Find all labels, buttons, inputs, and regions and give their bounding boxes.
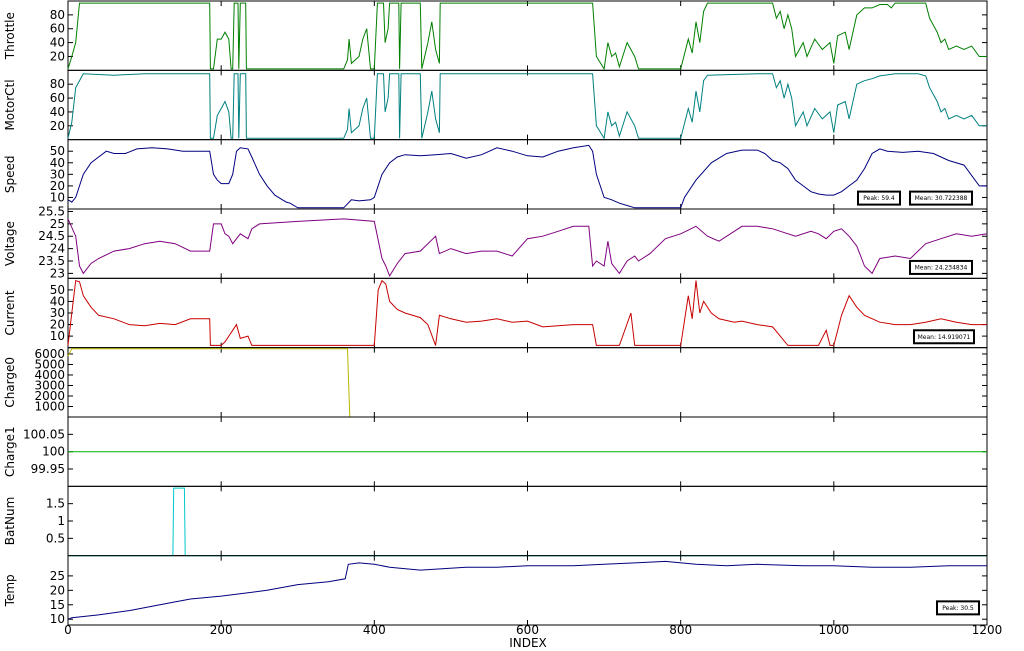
y-axis-title-current: Current — [3, 290, 17, 335]
y-axis-title-throttle: Throttle — [3, 12, 17, 60]
panel-voltage: 2323.52424.52525.5 Voltage — [3, 204, 988, 280]
series-line-voltage — [67, 218, 988, 278]
y-tick-label-temp: 15 — [50, 598, 65, 612]
series-line-throttle — [67, 2, 987, 71]
y-tick-label-motorctl: 40 — [50, 105, 65, 119]
x-axis-title: INDEX — [509, 636, 547, 650]
y-tick-label-batnum: 0.5 — [46, 531, 65, 545]
y-tick-label-throttle: 60 — [50, 22, 65, 36]
chart-panels: 20406080Throttle20406080MotorCtl10203040… — [3, 0, 1003, 637]
panel-current: 1020304050Current — [3, 277, 988, 349]
y-tick-label-throttle: 40 — [50, 36, 65, 50]
annotation-label: Mean: 24.234834 — [915, 264, 968, 271]
y-tick-label-motorctl: 80 — [50, 77, 65, 91]
y-tick-label-voltage: 23.5 — [38, 254, 65, 268]
x-tick-label: 200 — [210, 623, 233, 637]
panel-frame-charge0 — [67, 347, 988, 418]
annotation-label: Peak: 30.5 — [942, 605, 974, 612]
panel-frame-motorctl — [67, 69, 988, 141]
y-tick-label-voltage: 23 — [50, 266, 65, 280]
y-tick-label-charge1: 100.05 — [23, 427, 65, 441]
y-tick-label-voltage: 24 — [50, 242, 65, 256]
panel-frame-batnum — [67, 485, 988, 557]
panel-charge0: 100020003000400050006000Charge0 — [3, 347, 988, 418]
y-axis-title-voltage: Voltage — [3, 221, 17, 266]
y-tick-label-temp: 25 — [50, 569, 65, 583]
annotation-label: Mean: 14.919071 — [918, 334, 971, 341]
y-tick-label-throttle: 80 — [50, 8, 65, 22]
y-axis-title-charge0: Charge0 — [3, 357, 17, 408]
y-tick-label-charge1: 99.95 — [31, 462, 65, 476]
annotation-label: Mean: 30.722388 — [915, 195, 968, 202]
y-tick-label-charge1: 100 — [42, 445, 65, 459]
y-axis-title-speed: Speed — [3, 156, 17, 194]
y-tick-label-voltage: 24.5 — [38, 229, 65, 243]
panel-frame-voltage — [67, 208, 988, 279]
x-tick-label: 600 — [516, 623, 539, 637]
y-tick-label-batnum: 1.5 — [46, 497, 65, 511]
series-line-temp — [67, 560, 987, 620]
x-tick-label: 1000 — [819, 623, 850, 637]
panel-batnum: 0.5 1 1.5 BatNum — [3, 485, 988, 557]
annotation-label: Peak: 59.4 — [863, 195, 895, 202]
multi-panel-line-chart: 20406080Throttle20406080MotorCtl10203040… — [3, 0, 1003, 650]
y-tick-label-current: 50 — [50, 283, 65, 297]
panel-frame-speed — [67, 139, 988, 210]
y-tick-label-temp: 10 — [50, 612, 65, 626]
panel-frame-current — [67, 277, 988, 349]
x-tick-label: 800 — [669, 623, 692, 637]
panel-charge1: 99.95 100 100.05 Charge1 — [3, 416, 988, 487]
x-tick-label: 0 — [64, 623, 72, 637]
series-line-speed — [67, 144, 987, 209]
y-tick-label-temp: 20 — [50, 583, 65, 597]
y-tick-label-throttle: 20 — [50, 49, 65, 63]
series-line-current — [67, 279, 987, 346]
y-tick-label-batnum: 1 — [57, 514, 65, 528]
panel-throttle: 20406080 Throttle — [3, 0, 988, 71]
y-tick-label-voltage: 25 — [50, 217, 65, 231]
series-line-motorctl — [67, 73, 987, 140]
y-tick-label-voltage: 25.5 — [38, 204, 65, 218]
y-tick-label-motorctl: 60 — [50, 91, 65, 105]
y-tick-label-charge0: 6000 — [34, 347, 65, 361]
panel-motorctl: 20406080 MotorCtl — [3, 69, 988, 141]
y-axis-title-motorctl: MotorCtl — [3, 79, 17, 130]
y-tick-label-motorctl: 20 — [50, 119, 65, 133]
panel-frame-throttle — [67, 0, 988, 71]
panel-speed: 1020304050Speed — [3, 139, 988, 210]
x-tick-label: 400 — [363, 623, 386, 637]
y-axis-title-charge1: Charge1 — [3, 426, 17, 477]
y-axis-title-temp: Temp — [3, 574, 17, 607]
series-line-batnum — [68, 487, 987, 557]
series-line-charge0 — [67, 348, 987, 418]
panel-temp: 10152025 Temp — [3, 555, 988, 626]
y-axis-title-batnum: BatNum — [3, 497, 17, 546]
x-tick-label: 1200 — [972, 623, 1003, 637]
y-tick-label-speed: 50 — [50, 144, 65, 158]
